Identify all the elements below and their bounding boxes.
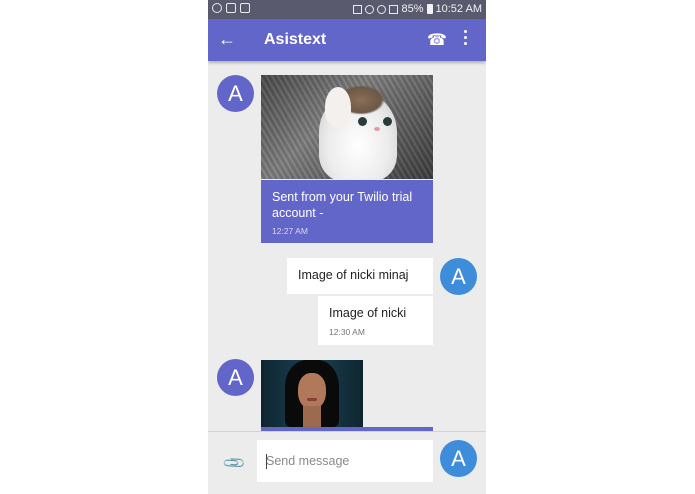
alarm-icon [365, 4, 375, 14]
send-avatar-button[interactable]: A [440, 440, 477, 477]
wifi-icon [377, 4, 387, 14]
avatar[interactable]: A [440, 258, 477, 295]
message-time: 12:27 AM [272, 226, 308, 236]
battery-icon [426, 4, 433, 14]
phone-screen: 85% 10:52 AM ← Asistext ☎ A Sent from yo… [208, 0, 486, 494]
clock: 10:52 AM [435, 3, 482, 15]
conversation-title: Asistext [264, 31, 327, 48]
more-vert-icon[interactable] [464, 30, 468, 48]
composer: 📎 A [208, 431, 486, 494]
app-bar: ← Asistext ☎ [208, 19, 486, 61]
message-input[interactable] [257, 440, 433, 482]
system-icons: 85% 10:52 AM [353, 3, 482, 15]
kitten-image[interactable] [261, 75, 433, 179]
phone-icon[interactable]: ☎ [427, 30, 447, 50]
avatar[interactable]: A [217, 75, 254, 112]
message-text: Image of nicki minaj [298, 268, 409, 282]
messenger-icon [212, 3, 222, 13]
outgoing-message[interactable]: Image of nicki 12:30 AM [318, 296, 433, 345]
message-text: Sent from your Twilio trial account - [272, 190, 413, 220]
outgoing-message[interactable]: Image of nicki minaj [287, 258, 433, 294]
sd-card-icon [240, 3, 250, 13]
nicki-image[interactable] [261, 360, 363, 427]
paperclip-icon[interactable]: 📎 [221, 450, 247, 476]
incoming-message[interactable]: Sent from your Twilio trial account - 12… [261, 180, 433, 243]
message-time: 12:30 AM [329, 327, 365, 337]
message-text: Image of nicki [329, 306, 407, 320]
status-bar: 85% 10:52 AM [208, 0, 486, 19]
signal-icon [389, 4, 399, 14]
battery-percent: 85% [401, 3, 424, 15]
notification-icons [212, 3, 250, 13]
arrow-left-icon[interactable]: ← [218, 28, 236, 50]
avatar[interactable]: A [217, 359, 254, 396]
mute-icon [353, 4, 363, 14]
gallery-icon [226, 3, 236, 13]
text-cursor [266, 454, 267, 469]
